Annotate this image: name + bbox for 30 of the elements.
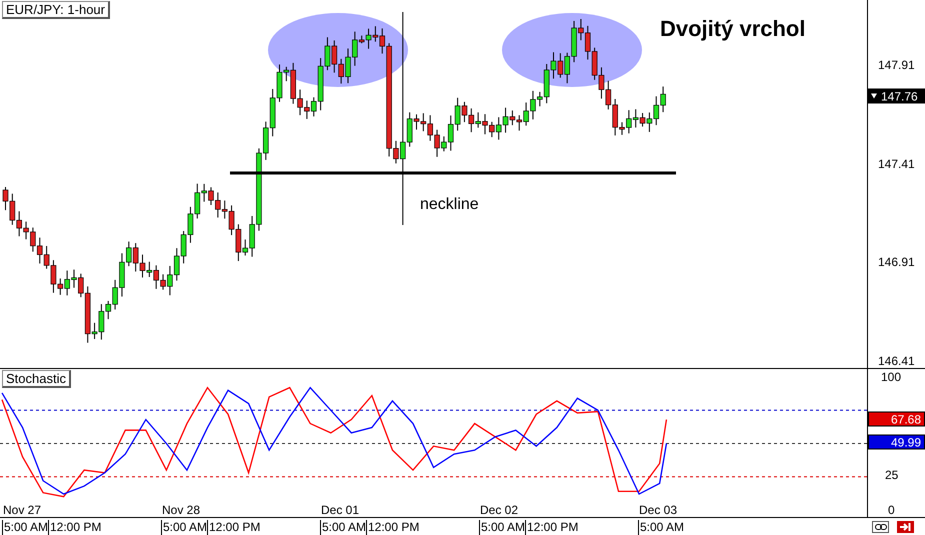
- current-price-value: 147.76: [881, 89, 918, 103]
- date-label: Nov 28: [162, 503, 200, 517]
- time-label: 5:00 AM: [479, 520, 526, 535]
- annotation-title: Dvojitý vrchol: [660, 16, 806, 42]
- time-label: 12:00 PM: [525, 520, 578, 535]
- chart-label: EUR/JPY: 1-hour: [2, 1, 110, 19]
- stochastic-axis-label: 25: [885, 468, 898, 482]
- price-axis-label: 147.91: [878, 58, 915, 72]
- time-label: 5:00 AM: [638, 520, 684, 535]
- time-label: 5:00 AM: [2, 520, 48, 535]
- indicator-label: Stochastic: [2, 370, 71, 388]
- stochastic-reading: 49.99: [868, 434, 925, 450]
- link-icon[interactable]: [872, 520, 889, 532]
- price-axis-label: 146.91: [878, 255, 915, 269]
- time-label: 5:00 AM: [320, 520, 366, 535]
- time-label: 5:00 AM: [161, 520, 208, 535]
- stochastic-reading: 67.68: [868, 412, 925, 426]
- triangle-icon: [871, 94, 877, 98]
- stochastic-axis-label: 0: [888, 503, 895, 517]
- stochastic-axis-label: 100: [881, 370, 902, 384]
- price-axis-label: 146.41: [878, 354, 915, 368]
- time-label: 12:00 PM: [366, 520, 420, 535]
- price-axis-label: 147.41: [878, 156, 915, 170]
- date-label: Dec 03: [639, 503, 678, 517]
- neckline-label: neckline: [420, 196, 479, 214]
- time-label: 12:00 PM: [48, 520, 102, 535]
- date-label: Dec 01: [321, 503, 360, 517]
- date-label: Dec 02: [480, 503, 518, 517]
- date-label: Nov 27: [3, 503, 42, 517]
- time-label: 12:00 PM: [207, 520, 260, 535]
